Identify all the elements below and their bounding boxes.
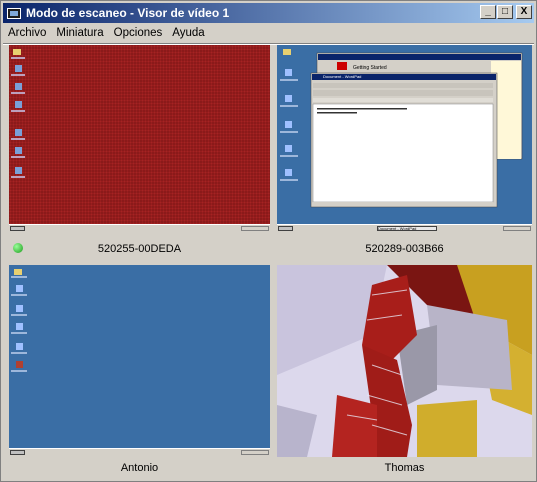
remote-taskbar: Document - WordPad <box>277 224 532 233</box>
minimize-button[interactable]: _ <box>480 5 496 19</box>
menu-ayuda[interactable]: Ayuda <box>167 27 209 39</box>
thumbnail-caption-3: Antonio <box>120 462 159 474</box>
maximize-button[interactable]: □ <box>497 5 513 19</box>
wordpad-title: Document - WordPad <box>323 74 362 79</box>
thumbnail-screen-3[interactable] <box>9 265 270 457</box>
thumbnail-caption-2: 520289-003B66 <box>365 243 444 255</box>
close-button[interactable]: X <box>516 5 532 19</box>
desktop-icons <box>11 269 27 372</box>
menu-opciones[interactable]: Opciones <box>109 27 168 39</box>
screensaver-image <box>277 265 532 457</box>
thumbnail-caption-1: 520255-00DEDA <box>97 243 182 255</box>
desktop-icons <box>11 49 25 178</box>
desktop-icons <box>280 49 523 208</box>
thumbnail-screen-2[interactable]: Getting Started Document - WordPad Docum… <box>277 45 532 233</box>
menu-bar: Archivo Miniatura Opciones Ayuda <box>3 24 534 42</box>
remote-taskbar <box>9 448 270 457</box>
thumbnail-screen-4[interactable] <box>277 265 532 457</box>
menu-miniatura[interactable]: Miniatura <box>51 27 108 39</box>
taskbar-wordpad-button: Document - WordPad <box>377 226 437 231</box>
main-window: Modo de escaneo - Visor de vídeo 1 _ □ X… <box>0 0 537 482</box>
menu-archivo[interactable]: Archivo <box>3 27 51 39</box>
title-bar[interactable]: Modo de escaneo - Visor de vídeo 1 _ □ X <box>3 3 534 23</box>
remote-taskbar <box>9 224 270 233</box>
dialog-title: Getting Started <box>353 65 387 71</box>
monitor-icon <box>7 7 21 19</box>
thumbnail-caption-4: Thomas <box>384 462 425 474</box>
window-title: Modo de escaneo - Visor de vídeo 1 <box>26 6 230 20</box>
thumbnail-screen-1[interactable] <box>9 45 270 233</box>
